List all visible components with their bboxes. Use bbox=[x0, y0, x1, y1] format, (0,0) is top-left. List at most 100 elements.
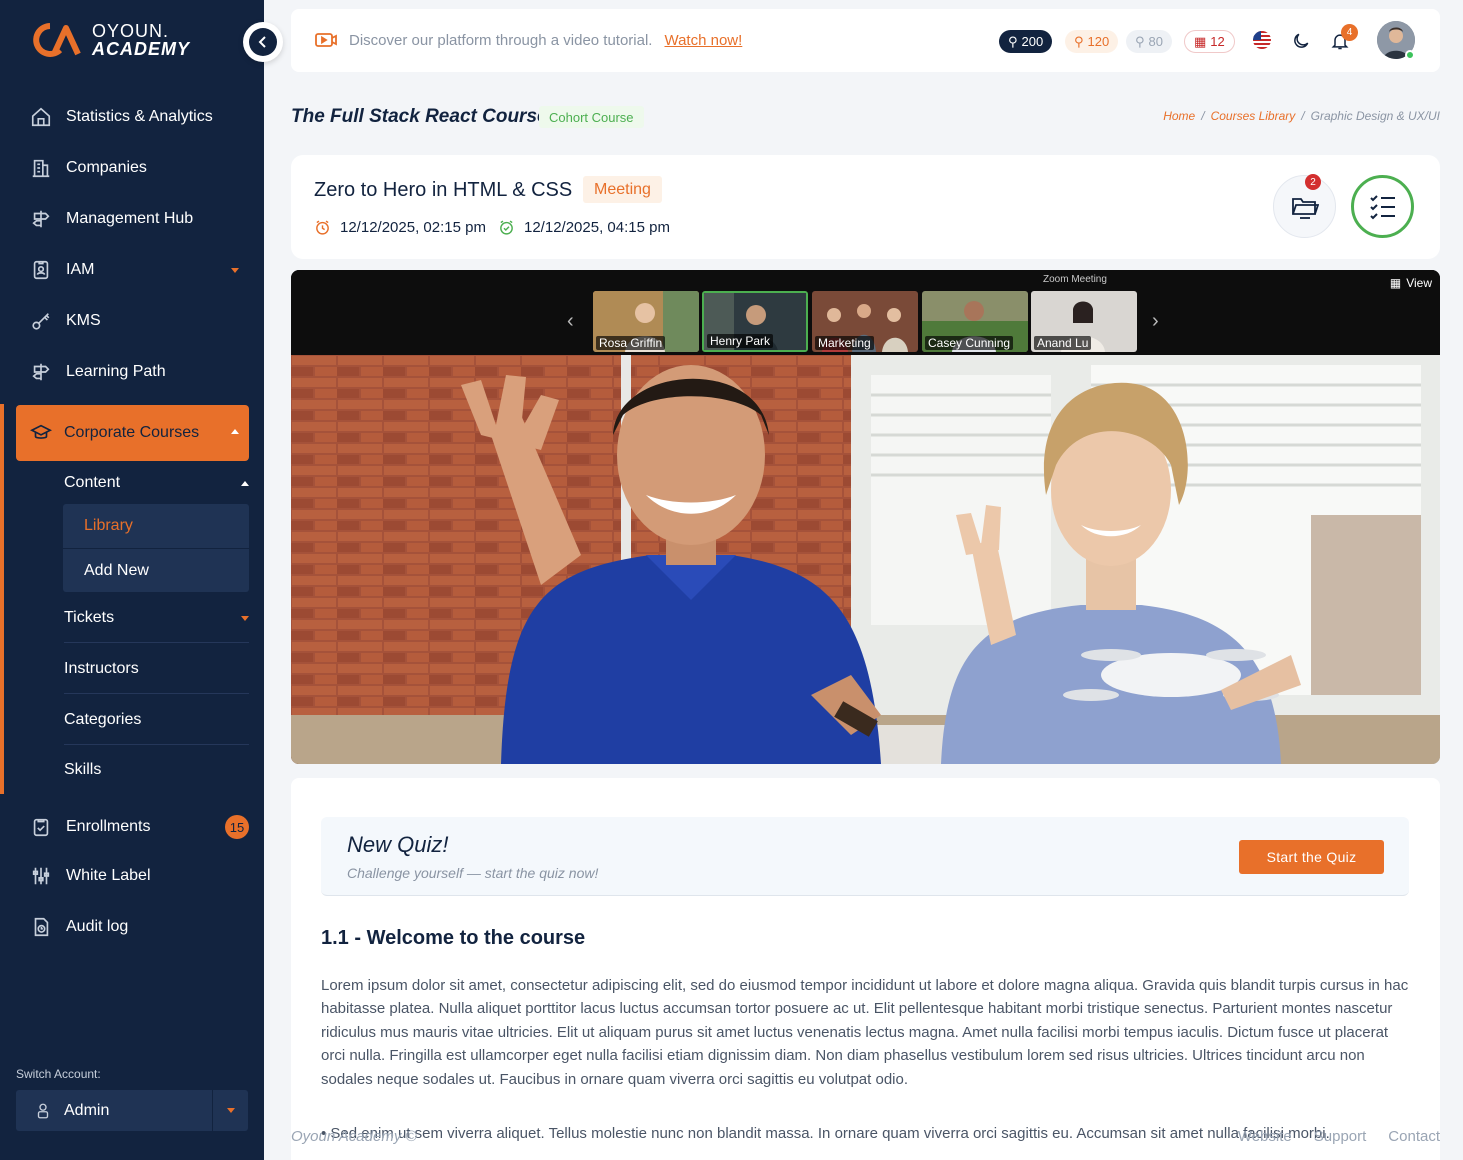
account-dropdown-toggle[interactable] bbox=[212, 1090, 248, 1131]
active-group-indicator bbox=[0, 404, 4, 794]
brand-logo[interactable]: OYOUN. ACADEMY bbox=[30, 22, 190, 58]
chevron-left-icon[interactable]: ‹ bbox=[567, 310, 574, 333]
course-type-tag: Cohort Course bbox=[539, 106, 644, 128]
chevron-down-icon bbox=[226, 1108, 235, 1113]
checklist-icon bbox=[1369, 194, 1395, 219]
sidebar-sub-add-new[interactable]: Add New bbox=[63, 548, 249, 592]
sidebar-item-iam[interactable]: IAM bbox=[30, 256, 94, 284]
sliders-icon bbox=[32, 867, 50, 885]
lesson-title: 1.1 - Welcome to the course bbox=[321, 927, 586, 949]
switch-account-select[interactable]: Admin bbox=[16, 1090, 248, 1131]
session-type-tag: Meeting bbox=[583, 176, 662, 203]
chevron-right-icon[interactable]: › bbox=[1152, 310, 1159, 333]
sidebar-sub-library[interactable]: Library bbox=[63, 504, 249, 548]
watch-now-link[interactable]: Watch now! bbox=[664, 32, 742, 49]
points-pill-dark[interactable]: ⚲ 200 bbox=[999, 30, 1053, 53]
points-pill-orange[interactable]: ⚲ 120 bbox=[1065, 30, 1119, 53]
sidebar-item-white-label[interactable]: White Label bbox=[30, 862, 151, 890]
clipboard-check-icon bbox=[33, 818, 49, 837]
sidebar-item-statistics[interactable]: Statistics & Analytics bbox=[30, 103, 213, 131]
brand-line2: ACADEMY bbox=[92, 39, 191, 59]
sidebar-sub-instructors[interactable]: Instructors bbox=[64, 644, 249, 694]
video-tutorial-icon bbox=[315, 33, 337, 47]
chevron-up-icon[interactable] bbox=[241, 481, 249, 486]
chevron-left-icon bbox=[258, 36, 266, 48]
sidebar-sub-skills[interactable]: Skills bbox=[64, 745, 249, 795]
calendar-pill[interactable]: ▦ 12 bbox=[1184, 30, 1235, 53]
key-icon: ⚲ bbox=[1074, 33, 1084, 49]
participant-tile[interactable]: Anand Lu bbox=[1031, 291, 1137, 352]
session-title: Zero to Hero in HTML & CSS bbox=[314, 179, 573, 201]
sidebar-item-label: KMS bbox=[66, 312, 101, 329]
start-quiz-button[interactable]: Start the Quiz bbox=[1239, 840, 1384, 874]
participant-name: Marketing bbox=[815, 336, 874, 350]
participant-tile[interactable]: Rosa Griffin bbox=[593, 291, 699, 352]
footer-link-support[interactable]: Support bbox=[1314, 1128, 1367, 1145]
sidebar-item-kms[interactable]: KMS bbox=[30, 307, 101, 335]
footer-copyright: Oyoun Academy © bbox=[291, 1128, 417, 1145]
sidebar-sub-tickets[interactable]: Tickets bbox=[64, 593, 249, 643]
pill-value: 12 bbox=[1210, 34, 1225, 49]
points-pill-gray[interactable]: ⚲ 80 bbox=[1126, 30, 1172, 53]
brand-line1: OYOUN. bbox=[92, 21, 170, 41]
participant-tile-active[interactable]: Henry Park bbox=[702, 291, 808, 352]
sidebar-sub-content[interactable]: Content bbox=[64, 458, 249, 508]
sidebar: OYOUN. ACADEMY Statistics & Analytics Co… bbox=[0, 0, 264, 1160]
participant-name: Casey Cunning bbox=[925, 336, 1014, 350]
sidebar-item-label: Companies bbox=[66, 159, 147, 176]
signpost-icon bbox=[32, 210, 50, 228]
main-speaker-video bbox=[291, 355, 1440, 764]
session-end-time: 12/12/2025, 04:15 pm bbox=[524, 219, 670, 236]
sidebar-sub-label: Tickets bbox=[64, 608, 115, 626]
breadcrumb-home[interactable]: Home bbox=[1163, 109, 1195, 123]
checklist-button[interactable] bbox=[1351, 175, 1414, 238]
breadcrumb: Home / Courses Library / Graphic Design … bbox=[1163, 109, 1440, 123]
sidebar-sub-label: Instructors bbox=[64, 659, 139, 677]
sidebar-item-label: Management Hub bbox=[66, 210, 194, 227]
sidebar-item-learning-path[interactable]: Learning Path bbox=[30, 358, 166, 386]
participant-name: Anand Lu bbox=[1034, 336, 1092, 350]
key-icon bbox=[32, 313, 50, 330]
breadcrumb-separator: / bbox=[1201, 109, 1205, 123]
chevron-down-icon[interactable] bbox=[231, 268, 239, 273]
sidebar-item-label: Learning Path bbox=[66, 363, 166, 380]
lesson-body: Lorem ipsum dolor sit amet, consectetur … bbox=[321, 977, 1409, 1088]
sidebar-item-corporate-courses[interactable]: Corporate Courses bbox=[16, 405, 249, 461]
video-meeting[interactable]: Zoom Meeting ▦ View ‹ › Rosa Griffin Henr… bbox=[291, 270, 1440, 764]
sidebar-sub-categories[interactable]: Categories bbox=[64, 695, 249, 745]
notification-count-badge: 4 bbox=[1341, 24, 1358, 41]
participant-name: Henry Park bbox=[707, 334, 774, 348]
sidebar-item-management-hub[interactable]: Management Hub bbox=[30, 205, 193, 233]
footer-link-website[interactable]: Website bbox=[1238, 1128, 1292, 1145]
quiz-title: New Quiz! bbox=[347, 832, 449, 857]
sidebar-sub-label: Categories bbox=[64, 710, 142, 728]
files-count-badge: 2 bbox=[1305, 174, 1321, 190]
grid-icon: ▦ bbox=[1389, 276, 1402, 290]
zoom-meeting-label: Zoom Meeting bbox=[1043, 274, 1107, 285]
sidebar-item-label: Enrollments bbox=[66, 818, 151, 835]
signpost-icon bbox=[32, 363, 50, 381]
sidebar-item-enrollments[interactable]: Enrollments bbox=[30, 813, 150, 841]
chevron-down-icon[interactable] bbox=[241, 616, 249, 621]
chevron-up-icon[interactable] bbox=[231, 429, 239, 434]
us-flag-icon[interactable] bbox=[1253, 31, 1271, 49]
view-label: View bbox=[1406, 276, 1432, 290]
page-title: The Full Stack React Course bbox=[291, 106, 548, 127]
sidebar-item-label: Corporate Courses bbox=[64, 424, 200, 441]
breadcrumb-courses-library[interactable]: Courses Library bbox=[1211, 109, 1296, 123]
participant-tile[interactable]: Casey Cunning bbox=[922, 291, 1028, 352]
sidebar-item-companies[interactable]: Companies bbox=[30, 154, 147, 182]
sidebar-item-label: Statistics & Analytics bbox=[66, 108, 213, 125]
view-button[interactable]: ▦ View bbox=[1390, 276, 1432, 290]
participant-tile[interactable]: Marketing bbox=[812, 291, 918, 352]
id-badge-icon bbox=[33, 260, 49, 280]
footer-link-contact[interactable]: Contact bbox=[1388, 1128, 1440, 1145]
pill-value: 200 bbox=[1021, 34, 1044, 49]
moon-icon[interactable] bbox=[1291, 31, 1311, 51]
sidebar-sub-label: Content bbox=[64, 474, 121, 491]
sidebar-item-audit-log[interactable]: Audit log bbox=[30, 913, 128, 941]
sidebar-collapse-button[interactable] bbox=[243, 22, 283, 62]
folder-icon bbox=[1291, 197, 1319, 219]
check-clock-icon bbox=[500, 220, 513, 235]
document-clock-icon bbox=[34, 917, 49, 937]
